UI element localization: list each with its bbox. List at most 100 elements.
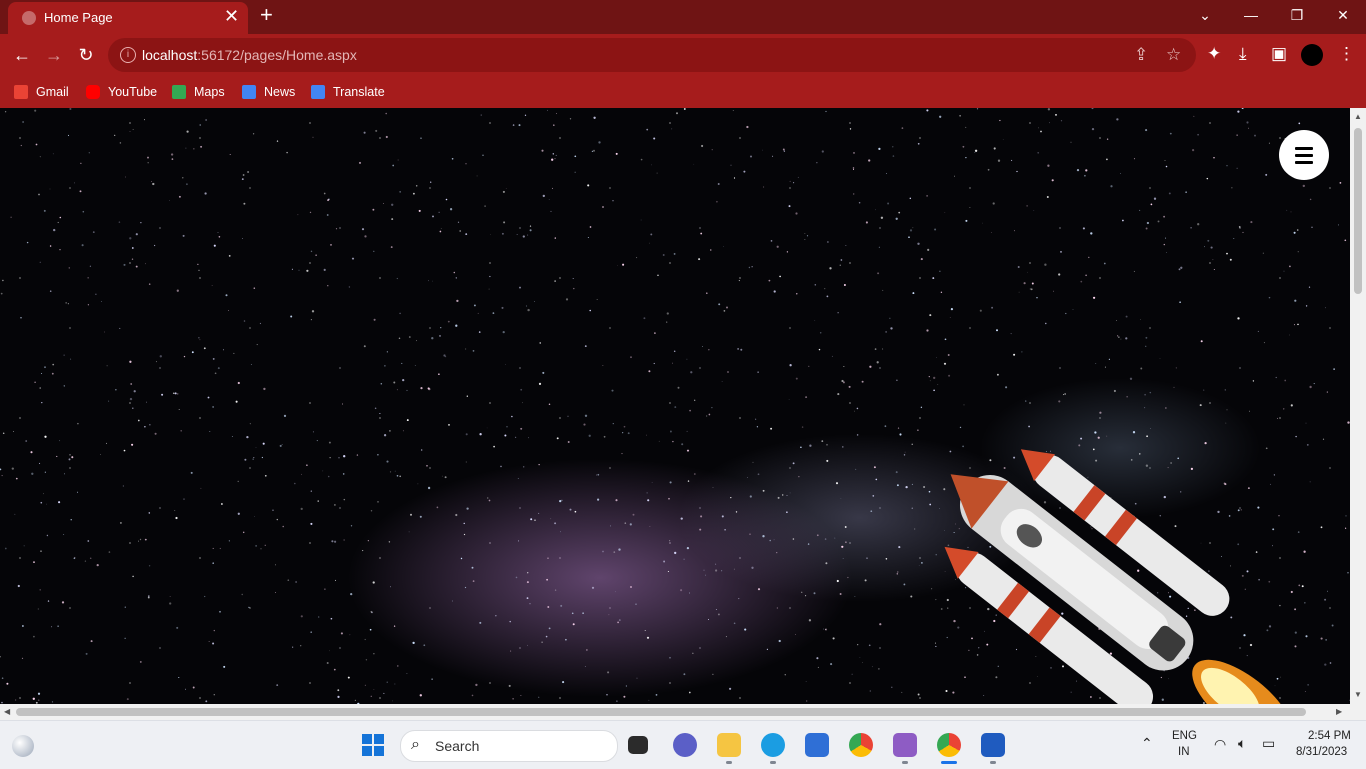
star	[350, 593, 352, 595]
star	[628, 432, 630, 434]
back-icon[interactable]: ←	[10, 43, 34, 67]
star	[727, 371, 728, 372]
star	[493, 312, 495, 314]
tab-close-icon[interactable]: ✕	[224, 7, 239, 25]
star	[253, 133, 254, 134]
star	[585, 415, 587, 417]
star	[312, 137, 313, 138]
star	[431, 337, 433, 339]
download-icon[interactable]: ⤓	[1239, 44, 1247, 64]
show-hidden-icons[interactable]: ⌃	[1141, 735, 1153, 752]
bookmark-maps[interactable]: Maps	[172, 83, 225, 101]
new-tab-icon[interactable]: +	[260, 4, 273, 26]
star	[724, 529, 726, 531]
minimize-icon[interactable]: —	[1228, 0, 1274, 30]
star	[602, 206, 604, 208]
star	[869, 644, 871, 646]
hamburger-menu-button[interactable]	[1279, 130, 1329, 180]
star	[461, 558, 462, 559]
scroll-up-icon[interactable]: ▲	[1354, 112, 1362, 121]
chrome-icon[interactable]	[849, 733, 873, 757]
star	[204, 596, 205, 597]
star	[651, 165, 652, 166]
star	[374, 319, 376, 321]
bookmark-youtube[interactable]: YouTube	[86, 83, 157, 101]
star	[251, 364, 252, 365]
star	[787, 251, 788, 252]
url-text[interactable]: localhost:56172/pages/Home.aspx	[142, 47, 357, 63]
star	[857, 434, 859, 436]
bookmark-translate[interactable]: Translate	[311, 83, 385, 101]
volume-icon[interactable]: 🔈︎	[1238, 735, 1246, 752]
scroll-right-icon[interactable]: ▶	[1336, 707, 1342, 716]
star	[232, 436, 233, 437]
star	[212, 642, 214, 644]
profile-avatar[interactable]	[1301, 44, 1323, 66]
star	[6, 683, 8, 685]
scroll-left-icon[interactable]: ◀	[4, 707, 10, 716]
weather-icon[interactable]	[12, 735, 34, 757]
vertical-scrollbar[interactable]: ▲ ▼	[1350, 108, 1366, 704]
store-icon[interactable]	[805, 733, 829, 757]
star	[144, 426, 145, 427]
edge-icon[interactable]	[761, 733, 785, 757]
language-indicator[interactable]: ENG	[1172, 730, 1197, 742]
battery-icon[interactable]: ▭	[1262, 735, 1275, 752]
chrome-active-icon[interactable]	[937, 733, 961, 757]
star	[668, 571, 669, 572]
star	[783, 149, 785, 151]
visual-studio-icon[interactable]	[893, 733, 917, 757]
more-menu-icon[interactable]: ⋮	[1338, 44, 1355, 64]
star	[565, 639, 567, 641]
star	[430, 182, 431, 183]
star	[769, 540, 771, 542]
star	[701, 145, 703, 147]
site-info-icon[interactable]: i	[120, 47, 136, 63]
star	[125, 638, 126, 639]
restore-icon[interactable]: ❐	[1274, 0, 1320, 30]
taskbar-search[interactable]: ⌕ Search	[400, 730, 618, 762]
bookmarks-bar: Gmail YouTube Maps News Translate	[0, 76, 1366, 108]
tab-search-icon[interactable]: ⌄	[1182, 0, 1228, 30]
star	[749, 267, 750, 268]
star	[1227, 165, 1228, 166]
star	[383, 203, 384, 204]
star	[991, 307, 993, 309]
chat-icon[interactable]	[673, 733, 697, 757]
word-icon[interactable]	[981, 733, 1005, 757]
address-bar[interactable]: i localhost:56172/pages/Home.aspx ⇪ ☆	[108, 38, 1196, 72]
horizontal-scrollbar[interactable]: ◀ ▶	[0, 704, 1366, 720]
star	[588, 237, 589, 238]
vertical-scroll-thumb[interactable]	[1354, 128, 1362, 294]
bookmark-news[interactable]: News	[242, 83, 295, 101]
star	[15, 700, 16, 701]
start-button[interactable]	[362, 734, 384, 756]
star	[464, 534, 465, 535]
file-explorer-icon[interactable]	[717, 733, 741, 757]
extensions-icon[interactable]: ✦	[1207, 44, 1221, 64]
side-panel-icon[interactable]: ▣	[1271, 44, 1287, 64]
star	[1248, 128, 1249, 129]
clock-date[interactable]: 8/31/2023	[1296, 746, 1347, 758]
tab-home-page[interactable]: Home Page ✕	[8, 2, 248, 34]
forward-icon[interactable]: →	[42, 43, 66, 67]
wifi-icon[interactable]: ◠	[1214, 736, 1226, 753]
star	[885, 425, 887, 427]
star	[587, 184, 589, 186]
star	[36, 144, 38, 146]
star	[328, 476, 330, 478]
horizontal-scroll-thumb[interactable]	[16, 708, 1306, 716]
task-view-icon[interactable]	[628, 736, 648, 754]
bookmark-star-icon[interactable]: ☆	[1166, 45, 1181, 65]
reload-icon[interactable]: ↻	[74, 43, 98, 67]
star	[1325, 307, 1326, 308]
bookmark-gmail[interactable]: Gmail	[14, 83, 69, 101]
bookmark-label: Translate	[333, 85, 385, 99]
star	[736, 511, 737, 512]
share-icon[interactable]: ⇪	[1134, 45, 1148, 65]
close-window-icon[interactable]: ✕	[1320, 0, 1366, 30]
star	[214, 694, 215, 695]
star	[948, 375, 950, 377]
clock-time[interactable]: 2:54 PM	[1308, 730, 1351, 742]
scroll-down-icon[interactable]: ▼	[1354, 690, 1362, 699]
